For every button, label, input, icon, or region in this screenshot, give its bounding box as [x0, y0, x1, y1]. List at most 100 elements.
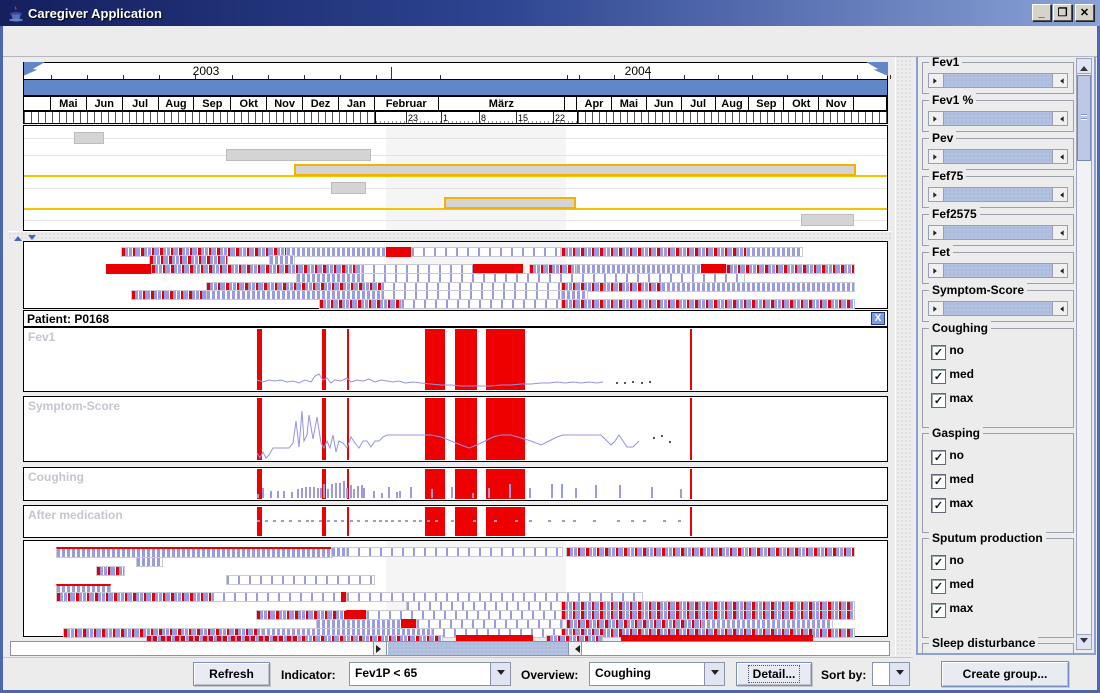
- month-cell-jul[interactable]: Jul: [123, 97, 159, 110]
- checkbox-icon[interactable]: ✓: [931, 450, 946, 465]
- scrollbar-right-arrow-icon[interactable]: [568, 642, 582, 655]
- timeline-month-row[interactable]: MaiJunJulAugSepOktNovDezJanFebruarMärzAp…: [23, 96, 888, 111]
- checkbox-max[interactable]: ✓ max: [931, 601, 973, 618]
- checkbox-icon[interactable]: ✓: [931, 393, 946, 408]
- horizontal-splitter[interactable]: [8, 231, 892, 240]
- checkbox-no[interactable]: ✓ no: [931, 448, 964, 465]
- overview-segment[interactable]: [286, 247, 388, 257]
- month-cell-jan[interactable]: Jan: [339, 97, 375, 110]
- overview-segment[interactable]: [131, 290, 208, 300]
- slider-left-arrow-icon[interactable]: [929, 188, 943, 201]
- month-cell-empty[interactable]: [854, 97, 887, 110]
- range-slider[interactable]: [928, 301, 1068, 316]
- slider-track[interactable]: [943, 302, 1053, 315]
- overview-segment[interactable]: [561, 299, 855, 309]
- month-cell-mai[interactable]: Mai: [51, 97, 87, 110]
- create-group-button[interactable]: Create group...: [941, 661, 1069, 687]
- slider-right-arrow-icon[interactable]: [1053, 112, 1067, 125]
- month-cell-aug[interactable]: Aug: [159, 97, 195, 110]
- gantt-interval-bar[interactable]: [444, 197, 576, 209]
- chevron-down-icon[interactable]: [889, 663, 909, 685]
- slider-track[interactable]: [943, 188, 1053, 201]
- checkbox-max[interactable]: ✓ max: [931, 391, 973, 408]
- gantt-interval-bar[interactable]: [226, 149, 371, 161]
- month-cell-jun[interactable]: Jun: [87, 97, 123, 110]
- slider-left-arrow-icon[interactable]: [929, 150, 943, 163]
- checkbox-no[interactable]: ✓ no: [931, 343, 964, 360]
- checkbox-max[interactable]: ✓ max: [931, 496, 973, 513]
- checkbox-med[interactable]: ✓ med: [931, 577, 974, 594]
- gantt-interval-bar[interactable]: [801, 214, 854, 226]
- overview-segment[interactable]: [561, 247, 748, 257]
- vertical-splitter[interactable]: [895, 27, 913, 656]
- slider-right-arrow-icon[interactable]: [1053, 188, 1067, 201]
- slider-track[interactable]: [943, 112, 1053, 125]
- overview-segment[interactable]: [106, 264, 153, 274]
- overview-combobox[interactable]: Coughing: [589, 662, 725, 686]
- timeline-range-bar[interactable]: [23, 79, 888, 96]
- maximize-button[interactable]: ❐: [1053, 4, 1072, 21]
- month-cell-mai[interactable]: Mai: [612, 97, 647, 110]
- slider-left-arrow-icon[interactable]: [929, 226, 943, 239]
- month-cell-jun[interactable]: Jun: [647, 97, 682, 110]
- month-cell-dez[interactable]: Dez: [303, 97, 339, 110]
- month-cell-apr[interactable]: Apr: [577, 97, 612, 110]
- overview-segment[interactable]: [386, 247, 413, 257]
- overview-segment[interactable]: [401, 299, 563, 309]
- month-cell-okt[interactable]: Okt: [784, 97, 819, 110]
- range-slider[interactable]: [928, 187, 1068, 202]
- checkbox-icon[interactable]: ✓: [931, 474, 946, 489]
- slider-track[interactable]: [943, 150, 1053, 163]
- checkbox-icon[interactable]: ✓: [931, 369, 946, 384]
- chevron-down-icon[interactable]: [490, 663, 510, 685]
- overview-segment[interactable]: [211, 592, 343, 602]
- range-slider[interactable]: [928, 225, 1068, 240]
- scroll-up-icon[interactable]: [1077, 59, 1091, 74]
- close-button[interactable]: ✕: [1075, 4, 1094, 21]
- scroll-down-icon[interactable]: [1077, 634, 1091, 649]
- range-slider[interactable]: [928, 149, 1068, 164]
- slider-track[interactable]: [943, 74, 1053, 87]
- checkbox-med[interactable]: ✓ med: [931, 472, 974, 489]
- slider-track[interactable]: [943, 226, 1053, 239]
- patient-close-icon[interactable]: X: [871, 312, 885, 325]
- chevron-down-icon[interactable]: [704, 663, 724, 685]
- overview-segment[interactable]: [411, 247, 561, 257]
- range-slider[interactable]: [928, 73, 1068, 88]
- slider-track[interactable]: [943, 264, 1053, 277]
- range-slider[interactable]: [928, 111, 1068, 126]
- checkbox-icon[interactable]: ✓: [931, 603, 946, 618]
- month-cell-februar[interactable]: Februar: [375, 97, 439, 110]
- month-cell-okt[interactable]: Okt: [231, 97, 267, 110]
- timeline-day-row[interactable]: 23181522: [23, 111, 888, 124]
- slider-right-arrow-icon[interactable]: [1053, 226, 1067, 239]
- month-cell-jul[interactable]: Jul: [682, 97, 716, 110]
- overview-segment[interactable]: [746, 247, 803, 257]
- refresh-button[interactable]: Refresh: [193, 662, 270, 686]
- horizontal-scrollbar[interactable]: [10, 641, 890, 656]
- range-slider[interactable]: [928, 263, 1068, 278]
- sidebar-vertical-scrollbar[interactable]: [1076, 58, 1092, 650]
- detail-button[interactable]: Detail...: [736, 662, 812, 686]
- slider-left-arrow-icon[interactable]: [929, 302, 943, 315]
- overview-segment[interactable]: [226, 575, 375, 585]
- slider-right-arrow-icon[interactable]: [1053, 150, 1067, 163]
- bottom-sort-combobox[interactable]: [872, 662, 910, 686]
- slider-left-arrow-icon[interactable]: [929, 74, 943, 87]
- month-cell-sep[interactable]: Sep: [194, 97, 231, 110]
- month-cell-empty[interactable]: [24, 97, 51, 110]
- checkbox-icon[interactable]: ✓: [931, 579, 946, 594]
- slider-right-arrow-icon[interactable]: [1053, 264, 1067, 277]
- gantt-interval-bar[interactable]: [331, 182, 366, 194]
- slider-left-arrow-icon[interactable]: [929, 112, 943, 125]
- overview-segment[interactable]: [56, 547, 333, 558]
- overview-segment[interactable]: [346, 547, 563, 557]
- checkbox-icon[interactable]: ✓: [931, 498, 946, 513]
- month-cell-aug[interactable]: Aug: [716, 97, 750, 110]
- overview-segment[interactable]: [136, 557, 163, 567]
- checkbox-icon[interactable]: ✓: [931, 555, 946, 570]
- minimize-button[interactable]: _: [1032, 4, 1051, 21]
- sidebar-scrollbar-thumb[interactable]: [1077, 75, 1091, 161]
- checkbox-no[interactable]: ✓ no: [931, 553, 964, 570]
- overview-segment[interactable]: [566, 547, 855, 557]
